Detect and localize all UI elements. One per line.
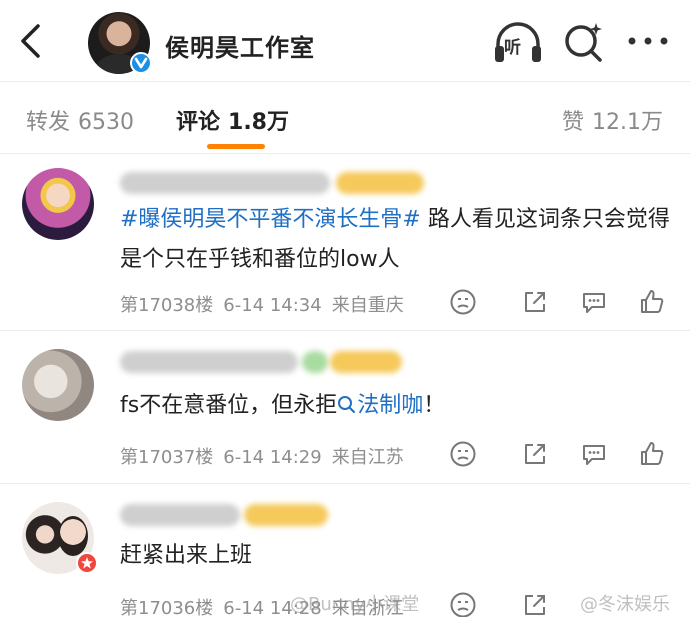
user-badge-blurred <box>336 172 424 194</box>
search-keyword-link[interactable]: 法制咖 <box>337 393 423 418</box>
comment-body: 赶紧出来上班 <box>120 543 253 568</box>
floor-number: 第17036楼 <box>120 598 214 617</box>
watermark-left: @Bunny小课堂 <box>290 594 420 615</box>
comment-text: 赶紧出来上班 <box>120 536 680 576</box>
emoji-reaction-icon[interactable] <box>449 591 477 617</box>
comment-location: 来自重庆 <box>331 295 404 316</box>
username-blurred[interactable] <box>120 351 298 373</box>
tab-comments-label: 评论 <box>176 110 221 135</box>
comment-item: #曝侯明昊不平番不演长生骨# 路人看见这词条只会觉得是个只在乎钱和番位的low人… <box>0 154 690 330</box>
search-icon <box>338 396 356 413</box>
share-icon[interactable] <box>521 591 549 617</box>
comment-text: #曝侯明昊不平番不演长生骨# 路人看见这词条只会觉得是个只在乎钱和番位的low人 <box>120 200 680 280</box>
listen-headphones-icon[interactable]: 听 <box>492 18 544 66</box>
tab-repost-count: 6530 <box>78 110 135 135</box>
comment-body-end: ！ <box>423 393 446 418</box>
watermark-right: @冬沫娱乐 <box>580 594 670 615</box>
member-badge-icon <box>76 552 98 574</box>
share-icon[interactable] <box>521 288 549 316</box>
tab-likes-label: 赞 <box>562 110 585 135</box>
hashtag-link[interactable]: #曝侯明昊不平番不演长生骨# <box>120 207 421 232</box>
username-blurred[interactable] <box>120 504 240 526</box>
top-bar: 侯明昊工作室 听 <box>0 0 690 82</box>
more-options-icon[interactable] <box>626 30 670 52</box>
reply-icon[interactable] <box>580 288 608 316</box>
user-badge-blurred <box>330 351 402 373</box>
like-thumb-icon[interactable] <box>638 288 666 316</box>
search-icon[interactable] <box>562 20 606 64</box>
share-icon[interactable] <box>521 440 549 468</box>
floor-number: 第17037楼 <box>120 447 214 468</box>
back-arrow-icon[interactable] <box>18 22 44 60</box>
user-badge-blurred <box>244 504 328 526</box>
comment-time: 6-14 14:29 <box>223 447 322 468</box>
tab-comments[interactable]: 评论 1.8万 <box>176 104 289 136</box>
verified-icon <box>130 52 152 74</box>
page-title: 侯明昊工作室 <box>165 34 315 62</box>
reply-icon[interactable] <box>580 440 608 468</box>
active-tab-indicator <box>207 144 265 149</box>
tab-comments-count: 1.8万 <box>228 110 289 135</box>
emoji-reaction-icon[interactable] <box>449 440 477 468</box>
comment-time: 6-14 14:34 <box>223 295 322 316</box>
tab-repost[interactable]: 转发 6530 <box>26 104 134 136</box>
search-keyword: 法制咖 <box>357 393 424 418</box>
user-badge-blurred <box>302 351 328 373</box>
listen-label: 听 <box>504 38 521 58</box>
like-thumb-icon[interactable] <box>638 440 666 468</box>
comment-meta: 第17037楼 6-14 14:29 来自江苏 <box>120 443 414 469</box>
comment-text: fs不在意番位，但永拒 法制咖！ <box>120 386 680 426</box>
tab-likes-count: 12.1万 <box>592 110 664 135</box>
tab-bar: 转发 6530 评论 1.8万 赞 12.1万 <box>0 82 690 154</box>
user-avatar[interactable] <box>22 168 94 240</box>
comment-body: fs不在意番位，但永拒 <box>120 393 338 418</box>
comment-meta: 第17038楼 6-14 14:34 来自重庆 <box>120 291 414 317</box>
username-blurred[interactable] <box>120 172 330 194</box>
user-avatar[interactable] <box>22 349 94 421</box>
comment-item: fs不在意番位，但永拒 法制咖！ 第17037楼 6-14 14:29 来自江苏 <box>0 331 690 483</box>
floor-number: 第17038楼 <box>120 295 214 316</box>
tab-repost-label: 转发 <box>26 110 71 135</box>
tab-likes[interactable]: 赞 12.1万 <box>562 104 663 136</box>
comment-location: 来自江苏 <box>331 447 404 468</box>
emoji-reaction-icon[interactable] <box>449 288 477 316</box>
